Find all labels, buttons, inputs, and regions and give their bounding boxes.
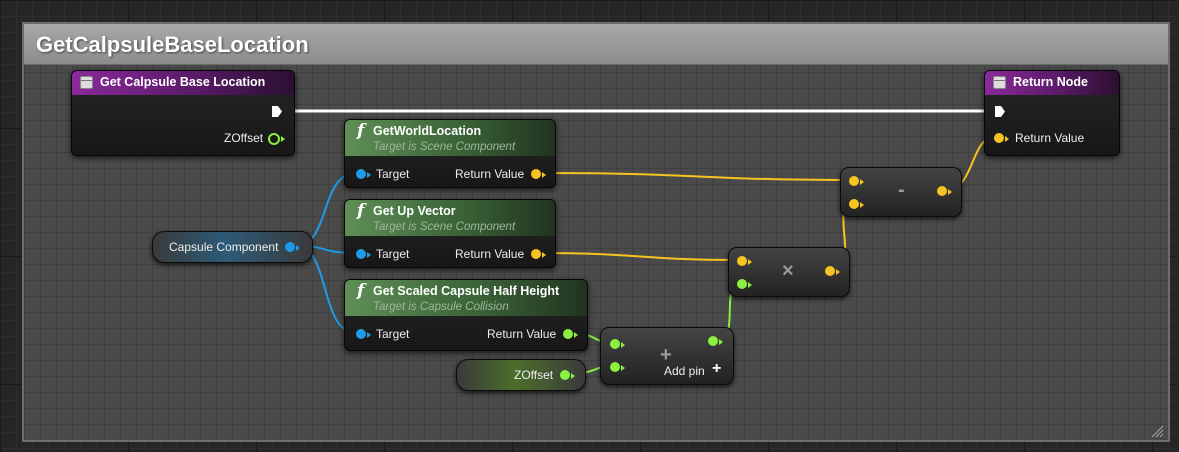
get-world-location-target-label: Target [376,167,410,181]
pin-arrow-icon [621,342,625,348]
function-entry-icon [80,76,93,89]
add-input-b-pin[interactable] [610,362,620,372]
pin-arrow-icon [748,282,752,288]
entry-node-header[interactable]: Get Calpsule Base Location [72,71,294,95]
return-arrow-icon [542,252,546,258]
add-node[interactable]: + Add pin + [600,327,734,385]
multiply-input-a-pin[interactable] [737,256,747,266]
get-half-height-target-pin[interactable] [356,329,366,339]
get-world-location-node[interactable]: f GetWorldLocation Target is Scene Compo… [344,119,556,188]
comment-header[interactable]: GetCalpsuleBaseLocation [24,24,1168,65]
comment-title: GetCalpsuleBaseLocation [36,32,309,57]
return-value-arrow-icon [1005,136,1009,142]
get-world-location-target-pin[interactable] [356,169,366,179]
return-node[interactable]: Return Node Return Value [984,70,1120,156]
subtract-output-pin[interactable] [937,186,947,196]
pin-arrow-icon [836,269,840,275]
return-arrow-icon [574,332,578,338]
multiply-output-pin[interactable] [825,266,835,276]
exec-out-pin[interactable] [271,105,283,118]
multiply-input-b-pin[interactable] [737,279,747,289]
get-half-height-return-label: Return Value [487,327,557,341]
add-pin-plus-icon[interactable]: + [712,360,721,378]
get-world-location-header[interactable]: f GetWorldLocation Target is Scene Compo… [345,120,555,156]
subtract-input-a-pin[interactable] [849,176,859,186]
get-world-location-subtitle: Target is Scene Component [373,141,516,153]
subtract-node[interactable]: - [840,167,962,217]
multiply-symbol: × [782,260,794,282]
return-icon [993,76,1006,89]
get-up-vector-subtitle: Target is Scene Component [373,221,516,233]
add-input-a-pin[interactable] [610,339,620,349]
get-up-vector-return-label: Return Value [455,247,525,261]
resize-grip-icon[interactable] [1150,424,1164,438]
subtract-input-b-pin[interactable] [849,199,859,209]
get-half-height-return-pin[interactable] [563,329,573,339]
capsule-component-label: Capsule Component [169,240,279,254]
get-scaled-capsule-half-height-node[interactable]: f Get Scaled Capsule Half Height Target … [344,279,588,351]
entry-zoffset-arrow-icon [281,136,285,142]
subtract-symbol: - [898,179,905,201]
zoffset-label: ZOffset [514,368,554,382]
get-world-location-return-pin[interactable] [531,169,541,179]
entry-zoffset-label: ZOffset [224,131,264,145]
get-half-height-subtitle: Target is Capsule Collision [373,301,509,313]
return-node-header[interactable]: Return Node [985,71,1119,95]
zoffset-arrow-icon [571,373,575,379]
get-up-vector-title: Get Up Vector [373,204,456,218]
zoffset-variable[interactable]: ZOffset [456,359,586,391]
add-output-pin[interactable] [708,336,718,346]
entry-node-title: Get Calpsule Base Location [100,75,266,89]
capsule-component-pin[interactable] [285,242,295,252]
get-up-vector-header[interactable]: f Get Up Vector Target is Scene Componen… [345,200,555,236]
function-icon: f [357,121,365,141]
get-up-vector-target-label: Target [376,247,410,261]
target-arrow-icon [367,252,371,258]
get-up-vector-return-pin[interactable] [531,249,541,259]
get-half-height-header[interactable]: f Get Scaled Capsule Half Height Target … [345,280,587,316]
add-pin-button[interactable]: Add pin [664,364,705,378]
pin-arrow-icon [948,189,952,195]
get-up-vector-node[interactable]: f Get Up Vector Target is Scene Componen… [344,199,556,268]
get-world-location-title: GetWorldLocation [373,124,482,138]
multiply-node[interactable]: × [728,247,850,297]
get-half-height-title: Get Scaled Capsule Half Height [373,284,560,298]
target-arrow-icon [367,332,371,338]
get-up-vector-target-pin[interactable] [356,249,366,259]
get-world-location-return-label: Return Value [455,167,525,181]
function-icon: f [357,201,365,221]
pin-arrow-icon [860,202,864,208]
get-half-height-target-label: Target [376,327,410,341]
return-value-pin[interactable] [994,133,1004,143]
return-node-title: Return Node [1013,75,1088,89]
return-value-label: Return Value [1015,131,1085,145]
capsule-arrow-icon [296,245,300,251]
zoffset-pin[interactable] [560,370,570,380]
pin-arrow-icon [719,339,723,345]
exec-in-pin[interactable] [994,105,1006,118]
return-arrow-icon [542,172,546,178]
pin-arrow-icon [748,259,752,265]
function-icon: f [357,281,365,301]
pin-arrow-icon [860,179,864,185]
entry-zoffset-pin[interactable] [268,133,280,145]
capsule-component-variable[interactable]: Capsule Component [152,231,313,263]
target-arrow-icon [367,172,371,178]
entry-node[interactable]: Get Calpsule Base Location ZOffset [71,70,295,156]
pin-arrow-icon [621,365,625,371]
